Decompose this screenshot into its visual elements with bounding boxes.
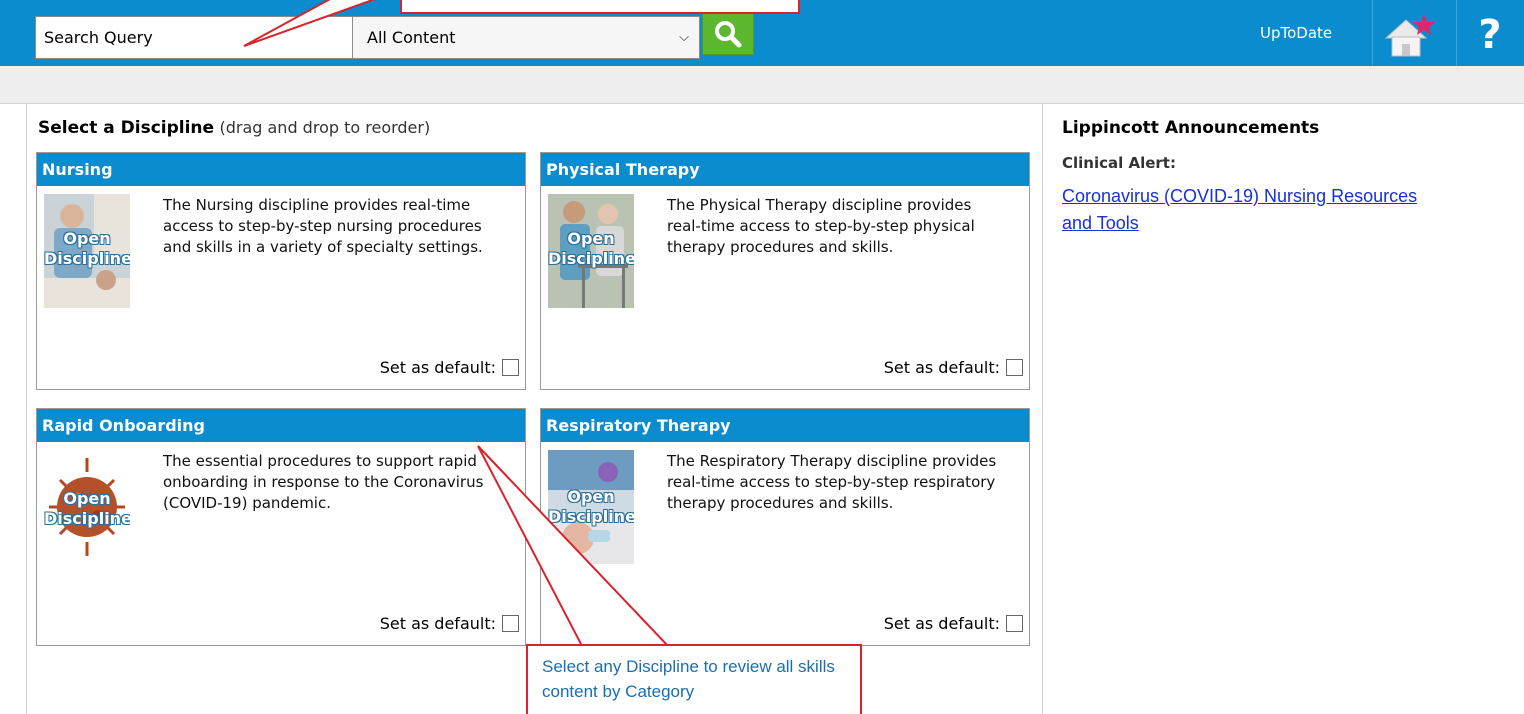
callout-pointer-top — [243, 0, 376, 47]
callout-box-discipline: Select any Discipline to review all skil… — [526, 644, 862, 714]
callout-pointers — [243, 0, 669, 647]
callout-pointer-bottom — [477, 445, 669, 647]
